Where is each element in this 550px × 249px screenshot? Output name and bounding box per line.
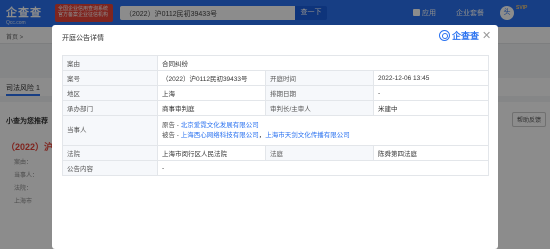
- value-content: -: [156, 160, 490, 176]
- value-cause: 合同纠纷: [156, 55, 490, 71]
- table-row: 公告内容 -: [62, 160, 490, 176]
- plaintiff-label: 原告 -: [162, 121, 181, 129]
- value-presiding: 米建中: [372, 100, 490, 116]
- value-undertaker: 商事审判庭: [157, 100, 266, 116]
- value-region: 上海: [157, 85, 266, 101]
- table-row: 案号 （2022）沪0112民初39433号 开庭时间 2022-12-06 1…: [62, 70, 490, 86]
- label-court: 法院: [62, 145, 158, 161]
- qcc-logo-icon: [439, 30, 450, 41]
- label-undertaker: 承办部门: [62, 100, 158, 116]
- value-courtroom: 陈舜第四法庭: [372, 145, 490, 161]
- hearing-notice-modal: 开庭公告详情 企查查 ✕ 案由 合同纠纷 案号 （2022）沪0112民初394…: [52, 25, 498, 249]
- hearing-detail-table: 案由 合同纠纷 案号 （2022）沪0112民初39433号 开庭时间 2022…: [62, 55, 490, 176]
- value-parties: 原告 - 北京爱霓文化发展有限公司 被告 - 上海西心网络科技有限公司，上海市天…: [156, 115, 490, 146]
- value-hearing-time: 2022-12-06 13:45: [372, 70, 490, 86]
- brand-label: 企查查: [452, 31, 480, 41]
- defendant-line: 被告 - 上海西心网络科技有限公司，上海市天剑文化传播有限公司: [162, 131, 484, 141]
- label-region: 地区: [62, 85, 158, 101]
- defendant-label: 被告 -: [162, 131, 181, 139]
- table-row: 案由 合同纠纷: [62, 55, 490, 71]
- value-schedule: -: [372, 85, 490, 101]
- close-icon[interactable]: ✕: [482, 29, 491, 42]
- value-court: 上海市闵行区人民法院: [157, 145, 266, 161]
- table-row: 法院 上海市闵行区人民法院 法庭 陈舜第四法庭: [62, 145, 490, 161]
- table-row: 当事人 原告 - 北京爱霓文化发展有限公司 被告 - 上海西心网络科技有限公司，…: [62, 115, 490, 146]
- table-row: 地区 上海 排期日期 -: [62, 85, 490, 101]
- qcc-brand: 企查查: [439, 29, 479, 43]
- defendant-link[interactable]: 上海市天剑文化传播有限公司: [265, 132, 350, 139]
- label-hearing-time: 开庭时间: [265, 70, 374, 86]
- plaintiff-link[interactable]: 北京爱霓文化发展有限公司: [181, 122, 259, 129]
- modal-title: 开庭公告详情: [62, 35, 104, 42]
- table-row: 承办部门 商事审判庭 审判长/主审人 米建中: [62, 100, 490, 116]
- label-cause: 案由: [62, 55, 158, 71]
- label-content: 公告内容: [62, 160, 158, 176]
- defendant-link[interactable]: 上海西心网络科技有限公司: [181, 132, 259, 139]
- label-schedule: 排期日期: [265, 85, 374, 101]
- modal-header: 开庭公告详情 企查查 ✕: [52, 25, 498, 47]
- value-case-no: （2022）沪0112民初39433号: [157, 70, 266, 86]
- plaintiff-line: 原告 - 北京爱霓文化发展有限公司: [162, 121, 484, 131]
- label-case-no: 案号: [62, 70, 158, 86]
- label-courtroom: 法庭: [265, 145, 374, 161]
- label-presiding: 审判长/主审人: [265, 100, 374, 116]
- label-parties: 当事人: [62, 115, 158, 146]
